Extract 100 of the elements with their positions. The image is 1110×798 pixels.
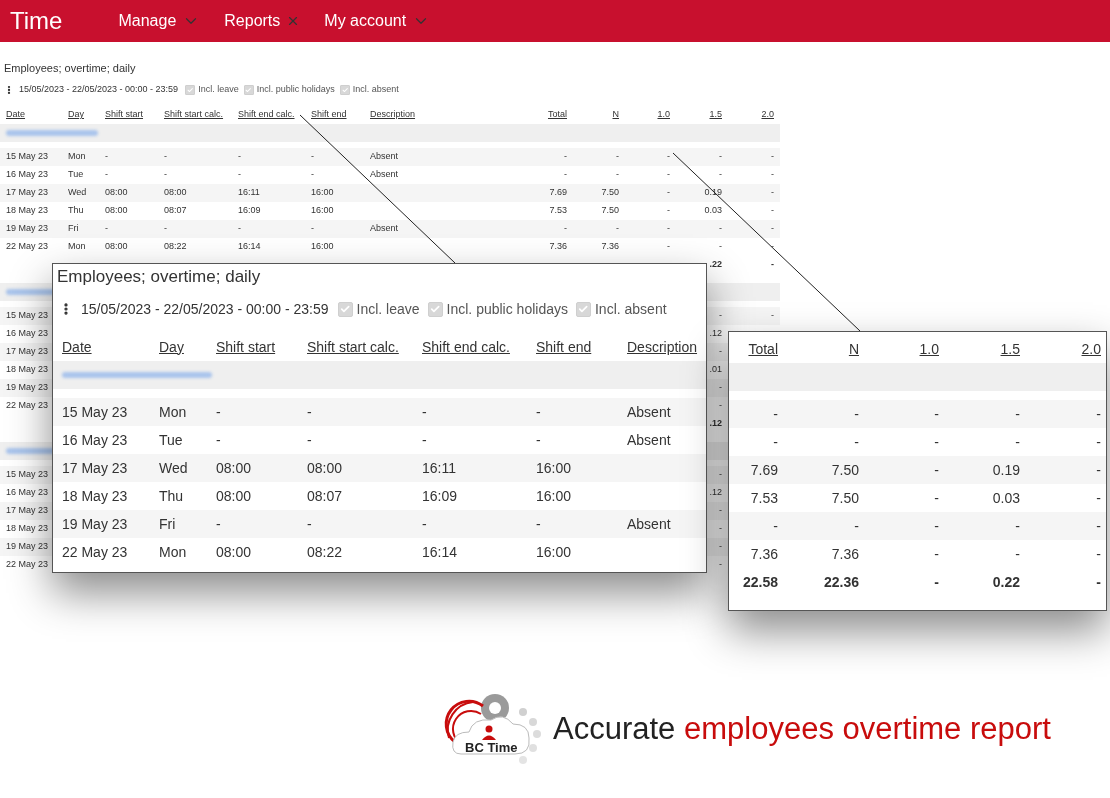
nav-menu-item[interactable]: Manage (118, 9, 177, 33)
column-header[interactable]: 1.5 (1000, 340, 1020, 357)
check-icon (341, 86, 348, 94)
table-cell: - (934, 489, 939, 506)
table-cell: - (771, 187, 774, 198)
column-header[interactable]: Shift end calc. (422, 338, 510, 355)
table-cell: - (771, 205, 774, 216)
table-cell: .01 (709, 364, 722, 375)
table-cell: - (719, 241, 722, 252)
table-cell: Thu (159, 487, 184, 504)
table-cell: - (105, 169, 108, 180)
table-cell: Absent (627, 431, 671, 448)
check-icon (186, 86, 194, 94)
table-cell: - (1096, 489, 1101, 506)
column-header[interactable]: Shift start (216, 338, 276, 355)
column-header[interactable]: Description (627, 338, 698, 355)
column-header[interactable]: N (848, 340, 859, 357)
column-header[interactable]: Shift start calc. (307, 338, 399, 355)
table-cell: - (667, 205, 670, 216)
column-header[interactable]: 1.0 (919, 340, 939, 357)
table-cell: - (422, 403, 427, 420)
table-cell: 7.50 (831, 489, 859, 506)
table-cell: - (771, 241, 774, 252)
column-header[interactable]: 2.0 (761, 109, 774, 120)
column-header[interactable]: 1.0 (657, 109, 670, 120)
table-cell: 18 May 23 (6, 205, 49, 216)
table-cell: 08:00 (105, 205, 128, 216)
table-cell: 7.69 (549, 187, 567, 198)
table-cell: - (105, 223, 108, 234)
checkbox-label: Incl. absent (352, 83, 399, 97)
table-cell: .12 (709, 487, 722, 498)
table-cell: Absent (627, 403, 671, 420)
table-cell: - (616, 223, 619, 234)
table-cell: - (238, 151, 241, 162)
table-cell: - (216, 431, 221, 448)
table-cell: - (1096, 545, 1101, 562)
table-cell: 16:00 (311, 205, 334, 216)
table-cell: 08:22 (164, 241, 187, 252)
table-cell: - (164, 151, 167, 162)
column-header[interactable]: 2.0 (1081, 340, 1101, 357)
table-cell: 22 May 23 (62, 543, 128, 560)
table-cell: 16 May 23 (6, 169, 49, 180)
report-title: Employees; overtime; daily (57, 266, 261, 289)
table-cell: Absent (370, 223, 399, 234)
table-cell: 22.58 (742, 573, 778, 590)
table-cell: 16 May 23 (6, 487, 49, 498)
column-header[interactable]: Description (370, 109, 416, 120)
checkbox-label: Incl. public holidays (446, 299, 568, 319)
table-cell: - (719, 310, 722, 321)
check-icon (429, 303, 441, 315)
check-icon (578, 303, 589, 315)
table-cell: .12 (709, 418, 722, 429)
nav-menu-item[interactable]: My account (324, 9, 407, 33)
table-cell: - (934, 433, 939, 450)
column-header[interactable]: Shift start (105, 109, 143, 120)
table-cell: 18 May 23 (6, 523, 49, 534)
column-header[interactable]: Shift end (536, 338, 592, 355)
app-title[interactable]: Time (10, 3, 63, 39)
table-cell: 18 May 23 (62, 487, 128, 504)
logo-text: BC Time (465, 739, 518, 757)
table-cell: 08:00 (307, 459, 343, 476)
table-cell: - (1015, 517, 1020, 534)
table-cell: - (719, 382, 722, 393)
table-cell: - (934, 405, 939, 422)
column-header[interactable]: Date (6, 109, 25, 120)
checkbox-label: Incl. public holidays (256, 83, 335, 97)
column-header[interactable]: Shift start calc. (164, 109, 224, 120)
table-cell: - (311, 223, 314, 234)
column-header[interactable]: Date (62, 338, 92, 355)
table-cell: - (164, 223, 167, 234)
checkbox-label: Incl. absent (595, 299, 667, 319)
table-cell: - (934, 573, 939, 590)
column-header[interactable]: Day (159, 338, 184, 355)
checkbox[interactable] (576, 301, 591, 317)
table-cell: 0.22 (992, 573, 1020, 590)
report-title: Employees; overtime; daily (4, 60, 136, 76)
column-header[interactable]: Total (748, 340, 778, 357)
table-cell: - (719, 541, 722, 552)
column-header[interactable]: Day (68, 109, 84, 120)
table-cell: - (1096, 517, 1101, 534)
checkbox[interactable] (339, 85, 350, 95)
checkbox[interactable] (243, 85, 254, 95)
table-cell: 08:00 (105, 241, 128, 252)
checkbox[interactable] (337, 301, 353, 317)
column-header[interactable]: Shift end calc. (238, 109, 295, 120)
column-header[interactable]: Total (548, 109, 567, 120)
table-cell: Thu (68, 205, 84, 216)
checkbox[interactable] (185, 85, 196, 95)
checkbox[interactable] (427, 301, 443, 317)
table-cell: - (667, 187, 670, 198)
column-header[interactable]: N (612, 109, 619, 120)
table-cell: 19 May 23 (6, 541, 49, 552)
column-header[interactable]: Shift end (311, 109, 347, 120)
table-cell: - (854, 433, 859, 450)
table-cell: 17 May 23 (6, 346, 49, 357)
nav-menu-item[interactable]: Reports (224, 9, 281, 33)
table-cell: 16:00 (311, 187, 334, 198)
table-cell: - (616, 151, 619, 162)
column-header[interactable]: 1.5 (709, 109, 722, 120)
table-cell: - (719, 505, 722, 516)
